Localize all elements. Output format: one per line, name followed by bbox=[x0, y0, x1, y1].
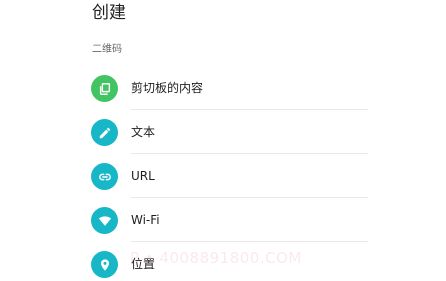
clipboard-copy-icon bbox=[91, 75, 118, 102]
location-pin-icon bbox=[91, 251, 118, 278]
page-title: 创建 bbox=[92, 3, 126, 23]
list-item-clipboard[interactable]: 剪切板的内容 bbox=[0, 66, 446, 110]
list-item-label: URL bbox=[131, 169, 155, 183]
list-item-label: 剪切板的内容 bbox=[131, 81, 204, 95]
wifi-icon bbox=[91, 207, 118, 234]
list-item-location[interactable]: 位置 bbox=[0, 242, 446, 281]
list-item-text[interactable]: 文本 bbox=[0, 110, 446, 154]
create-options-list: 剪切板的内容 文本 URL Wi-Fi 位置 bbox=[0, 66, 446, 281]
link-icon bbox=[91, 163, 118, 190]
list-item-label: Wi-Fi bbox=[131, 213, 160, 227]
list-item-label: 文本 bbox=[131, 125, 156, 139]
pencil-icon bbox=[91, 119, 118, 146]
create-screen: 创建 二维码 剪切板的内容 文本 URL Wi-Fi 位置 P • 400889… bbox=[0, 0, 446, 281]
list-item-url[interactable]: URL bbox=[0, 154, 446, 198]
list-item-wifi[interactable]: Wi-Fi bbox=[0, 198, 446, 242]
list-item-label: 位置 bbox=[131, 257, 156, 271]
section-header-qr-code: 二维码 bbox=[92, 44, 122, 55]
